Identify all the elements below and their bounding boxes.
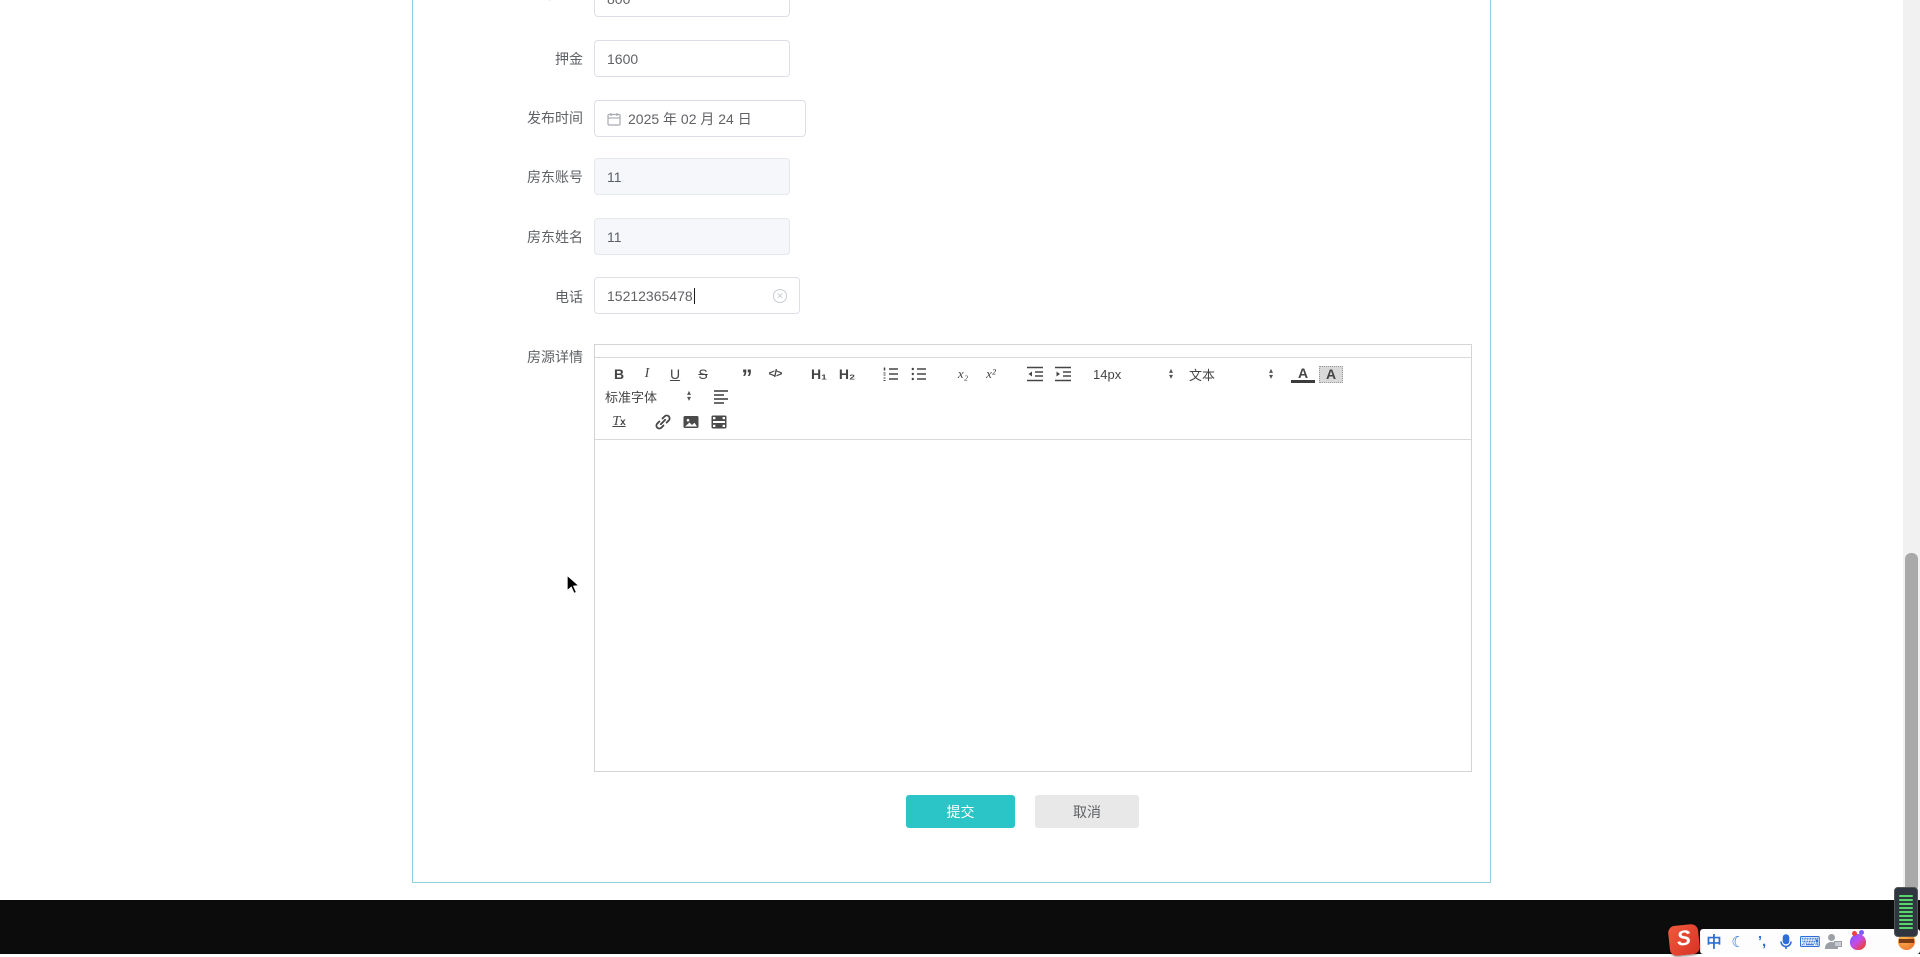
superscript-icon[interactable]: x²: [979, 363, 1003, 385]
microphone-icon[interactable]: [1776, 932, 1796, 952]
outdent-icon[interactable]: [1023, 363, 1047, 385]
field-label-landlord-name: 房东姓名: [527, 229, 583, 245]
heading1-icon[interactable]: H₁: [807, 363, 831, 385]
publish-date-value: 2025 年 02 月 24 日: [628, 110, 752, 127]
text-caret: [693, 287, 695, 304]
code-block-icon[interactable]: </>: [763, 363, 787, 385]
paragraph-style-value: 文本: [1189, 367, 1216, 383]
dropdown-arrows-icon: ▴ ▾: [1168, 366, 1173, 381]
font-size-value: 14px: [1093, 366, 1122, 382]
background-color-icon[interactable]: A: [1319, 365, 1343, 383]
night-mode-icon[interactable]: ☾: [1728, 932, 1748, 952]
account-icon[interactable]: [1824, 932, 1844, 952]
field-label-publish-date: 发布时间: [527, 110, 583, 126]
phone-value: 15212365478: [607, 287, 693, 304]
clear-format-icon[interactable]: Tx: [607, 411, 631, 433]
insert-video-icon[interactable]: [707, 411, 731, 433]
heading2-icon[interactable]: H₂: [835, 363, 859, 385]
sogou-logo-icon[interactable]: S: [1667, 923, 1701, 957]
underline-icon[interactable]: U: [663, 363, 687, 385]
landlord-name-input: [594, 218, 790, 255]
bullet-list-icon[interactable]: [907, 363, 931, 385]
insert-image-icon[interactable]: [679, 411, 703, 433]
indent-icon[interactable]: [1051, 363, 1075, 385]
scrollbar-thumb[interactable]: [1905, 553, 1918, 892]
monthly-rent-input[interactable]: [594, 0, 790, 17]
editor-top-strip: [595, 345, 1471, 358]
soft-keyboard-icon[interactable]: ⌨: [1799, 932, 1821, 952]
skin-icon[interactable]: [1848, 929, 1868, 952]
taskbar: [0, 900, 1920, 954]
field-label-detail: 房源详情: [527, 349, 583, 365]
text-color-icon[interactable]: A: [1291, 366, 1315, 383]
ime-toolbar: 中 ☾ ’, ⌨: [1700, 929, 1920, 954]
bold-icon[interactable]: B: [607, 363, 631, 385]
paragraph-style-dropdown[interactable]: 文本 ▴ ▾: [1189, 365, 1273, 384]
phone-input[interactable]: 15212365478 ✕: [594, 277, 800, 314]
font-family-value: 标准字体: [605, 389, 658, 405]
field-label-deposit: 押金: [555, 51, 583, 67]
font-family-dropdown[interactable]: 标准字体 ▴ ▾: [605, 387, 691, 406]
publish-date-input[interactable]: 2025 年 02 月 24 日: [594, 100, 806, 137]
insert-link-icon[interactable]: [651, 411, 675, 433]
cancel-button[interactable]: 取消: [1035, 795, 1139, 828]
rich-text-editor: B I U S ” </> H₁ H₂ x₂ x² 14px ▴ ▾ 文本 ▴ …: [594, 344, 1472, 772]
dropdown-arrows-icon: ▴ ▾: [1268, 366, 1273, 381]
calendar-icon: [607, 112, 621, 126]
field-label-phone: 电话: [555, 289, 583, 305]
editor-toolbar: B I U S ” </> H₁ H₂ x₂ x² 14px ▴ ▾ 文本 ▴ …: [595, 358, 1471, 440]
ordered-list-icon[interactable]: [879, 363, 903, 385]
editor-content-area[interactable]: [595, 440, 1471, 771]
chinese-mode-icon[interactable]: 中: [1704, 932, 1724, 952]
field-label-monthly-rent: 月租金: [420, 0, 583, 4]
subscript-icon[interactable]: x₂: [951, 363, 975, 385]
landlord-account-input: [594, 158, 790, 195]
strikethrough-icon[interactable]: S: [691, 363, 715, 385]
clear-input-icon[interactable]: ✕: [773, 288, 787, 303]
blockquote-icon[interactable]: ”: [735, 363, 759, 389]
dropdown-arrows-icon: ▴ ▾: [686, 388, 691, 403]
punctuation-icon[interactable]: ’,: [1752, 932, 1772, 952]
italic-icon[interactable]: I: [635, 363, 659, 385]
field-label-landlord-account: 房东账号: [527, 169, 583, 185]
toolbox-icon[interactable]: [1872, 932, 1892, 952]
vertical-scrollbar[interactable]: [1903, 0, 1920, 954]
deposit-input[interactable]: [594, 40, 790, 77]
input-status-widget[interactable]: [1894, 887, 1918, 937]
align-icon[interactable]: [709, 385, 733, 407]
font-size-dropdown[interactable]: 14px ▴ ▾: [1093, 367, 1173, 382]
submit-button[interactable]: 提交: [906, 795, 1015, 828]
